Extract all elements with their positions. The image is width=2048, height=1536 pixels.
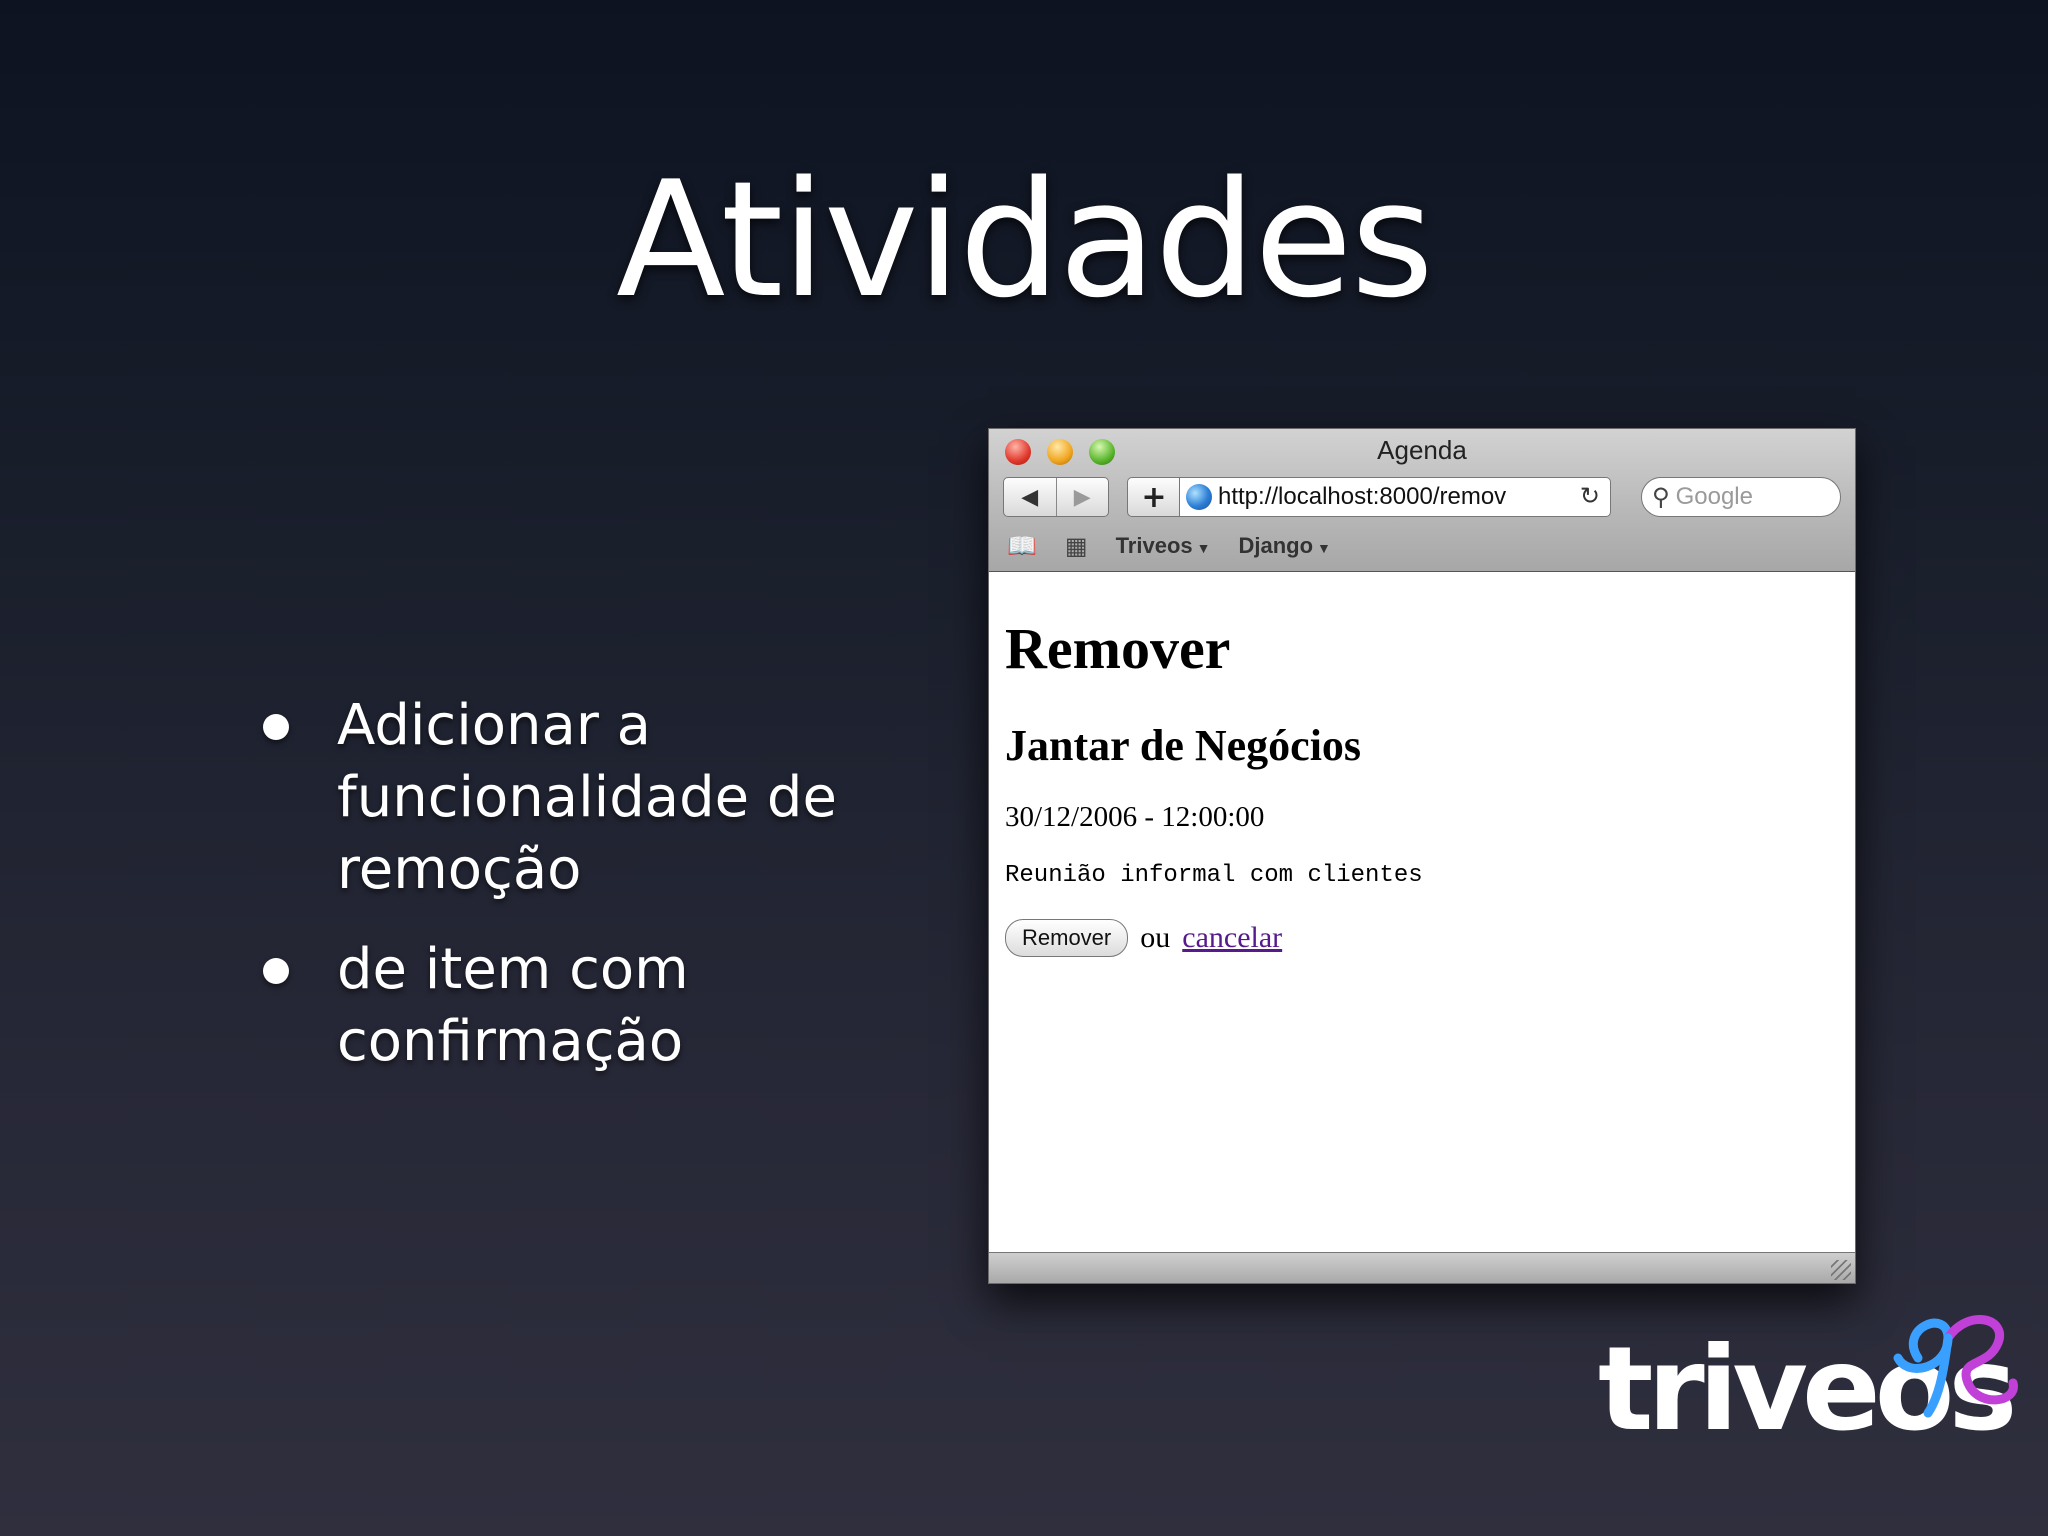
- caret-down-icon: ▼: [1317, 540, 1331, 556]
- event-description: Reunião informal com clientes: [1005, 862, 1423, 889]
- forward-button[interactable]: ▶: [1055, 478, 1109, 516]
- triveos-logo: triveos: [1598, 1312, 2028, 1492]
- slide-title: Atividades: [616, 146, 1434, 333]
- book-icon[interactable]: 📖: [1007, 532, 1037, 561]
- form-actions: Remover ou cancelar: [1005, 919, 1845, 957]
- window-title: Agenda: [1377, 435, 1467, 465]
- bullet-text: Adicionar a funcionalidade de remoção: [337, 693, 837, 902]
- add-bookmark-button[interactable]: +: [1127, 477, 1180, 517]
- logo-knot-icon: [1893, 1315, 2018, 1418]
- bookmarks-bar: 📖 ▦ Triveos ▼ Django ▼: [1007, 529, 1331, 563]
- plus-icon: +: [1141, 479, 1167, 515]
- grid-icon[interactable]: ▦: [1065, 532, 1088, 561]
- event-title: Jantar de Negócios: [1005, 721, 1362, 770]
- status-bar: [989, 1252, 1855, 1283]
- page-content: Remover Jantar de Negócios 30/12/2006 - …: [1005, 571, 1845, 957]
- bookmark-menu-django[interactable]: Django ▼: [1238, 533, 1330, 559]
- bullet-dot-icon: [263, 714, 289, 740]
- bullet-item: Adicionar a funcionalidade de remoção: [255, 690, 875, 906]
- caret-down-icon: ▼: [1196, 540, 1211, 556]
- or-text: ou: [1140, 921, 1171, 954]
- bullet-list: Adicionar a funcionalidade de remoção de…: [255, 690, 875, 1106]
- address-bar[interactable]: http://localhost:8000/remov ↻: [1179, 477, 1611, 517]
- bookmark-label: Django: [1238, 533, 1314, 558]
- search-icon: ⚲: [1652, 483, 1670, 511]
- bookmark-label: Triveos: [1115, 533, 1193, 558]
- page-heading: Remover: [1005, 616, 1231, 681]
- bookmark-menu-triveos[interactable]: Triveos ▼: [1116, 533, 1211, 559]
- search-placeholder: Google: [1675, 483, 1753, 510]
- reload-icon[interactable]: ↻: [1580, 482, 1600, 510]
- search-input[interactable]: ⚲ Google: [1641, 477, 1841, 517]
- browser-window: Agenda ◀ ▶ + http://localhost:8000/remov…: [988, 428, 1856, 1284]
- resize-grip-icon[interactable]: [1831, 1260, 1851, 1280]
- bullet-item: de item com confirmação: [255, 934, 875, 1078]
- event-datetime: 30/12/2006 - 12:00:00: [1005, 801, 1265, 833]
- cancel-link[interactable]: cancelar: [1182, 921, 1282, 955]
- bullet-text: de item com confirmação: [337, 937, 689, 1074]
- back-arrow-icon: ◀: [1021, 484, 1039, 510]
- nav-buttons: ◀ ▶: [1003, 477, 1109, 517]
- globe-icon: [1186, 484, 1212, 510]
- remove-button[interactable]: Remover: [1005, 919, 1129, 957]
- url-text: http://localhost:8000/remov: [1218, 483, 1507, 510]
- back-button[interactable]: ◀: [1004, 478, 1056, 516]
- forward-arrow-icon: ▶: [1073, 484, 1091, 510]
- browser-toolbar: Agenda ◀ ▶ + http://localhost:8000/remov…: [989, 429, 1855, 572]
- bullet-dot-icon: [263, 958, 289, 984]
